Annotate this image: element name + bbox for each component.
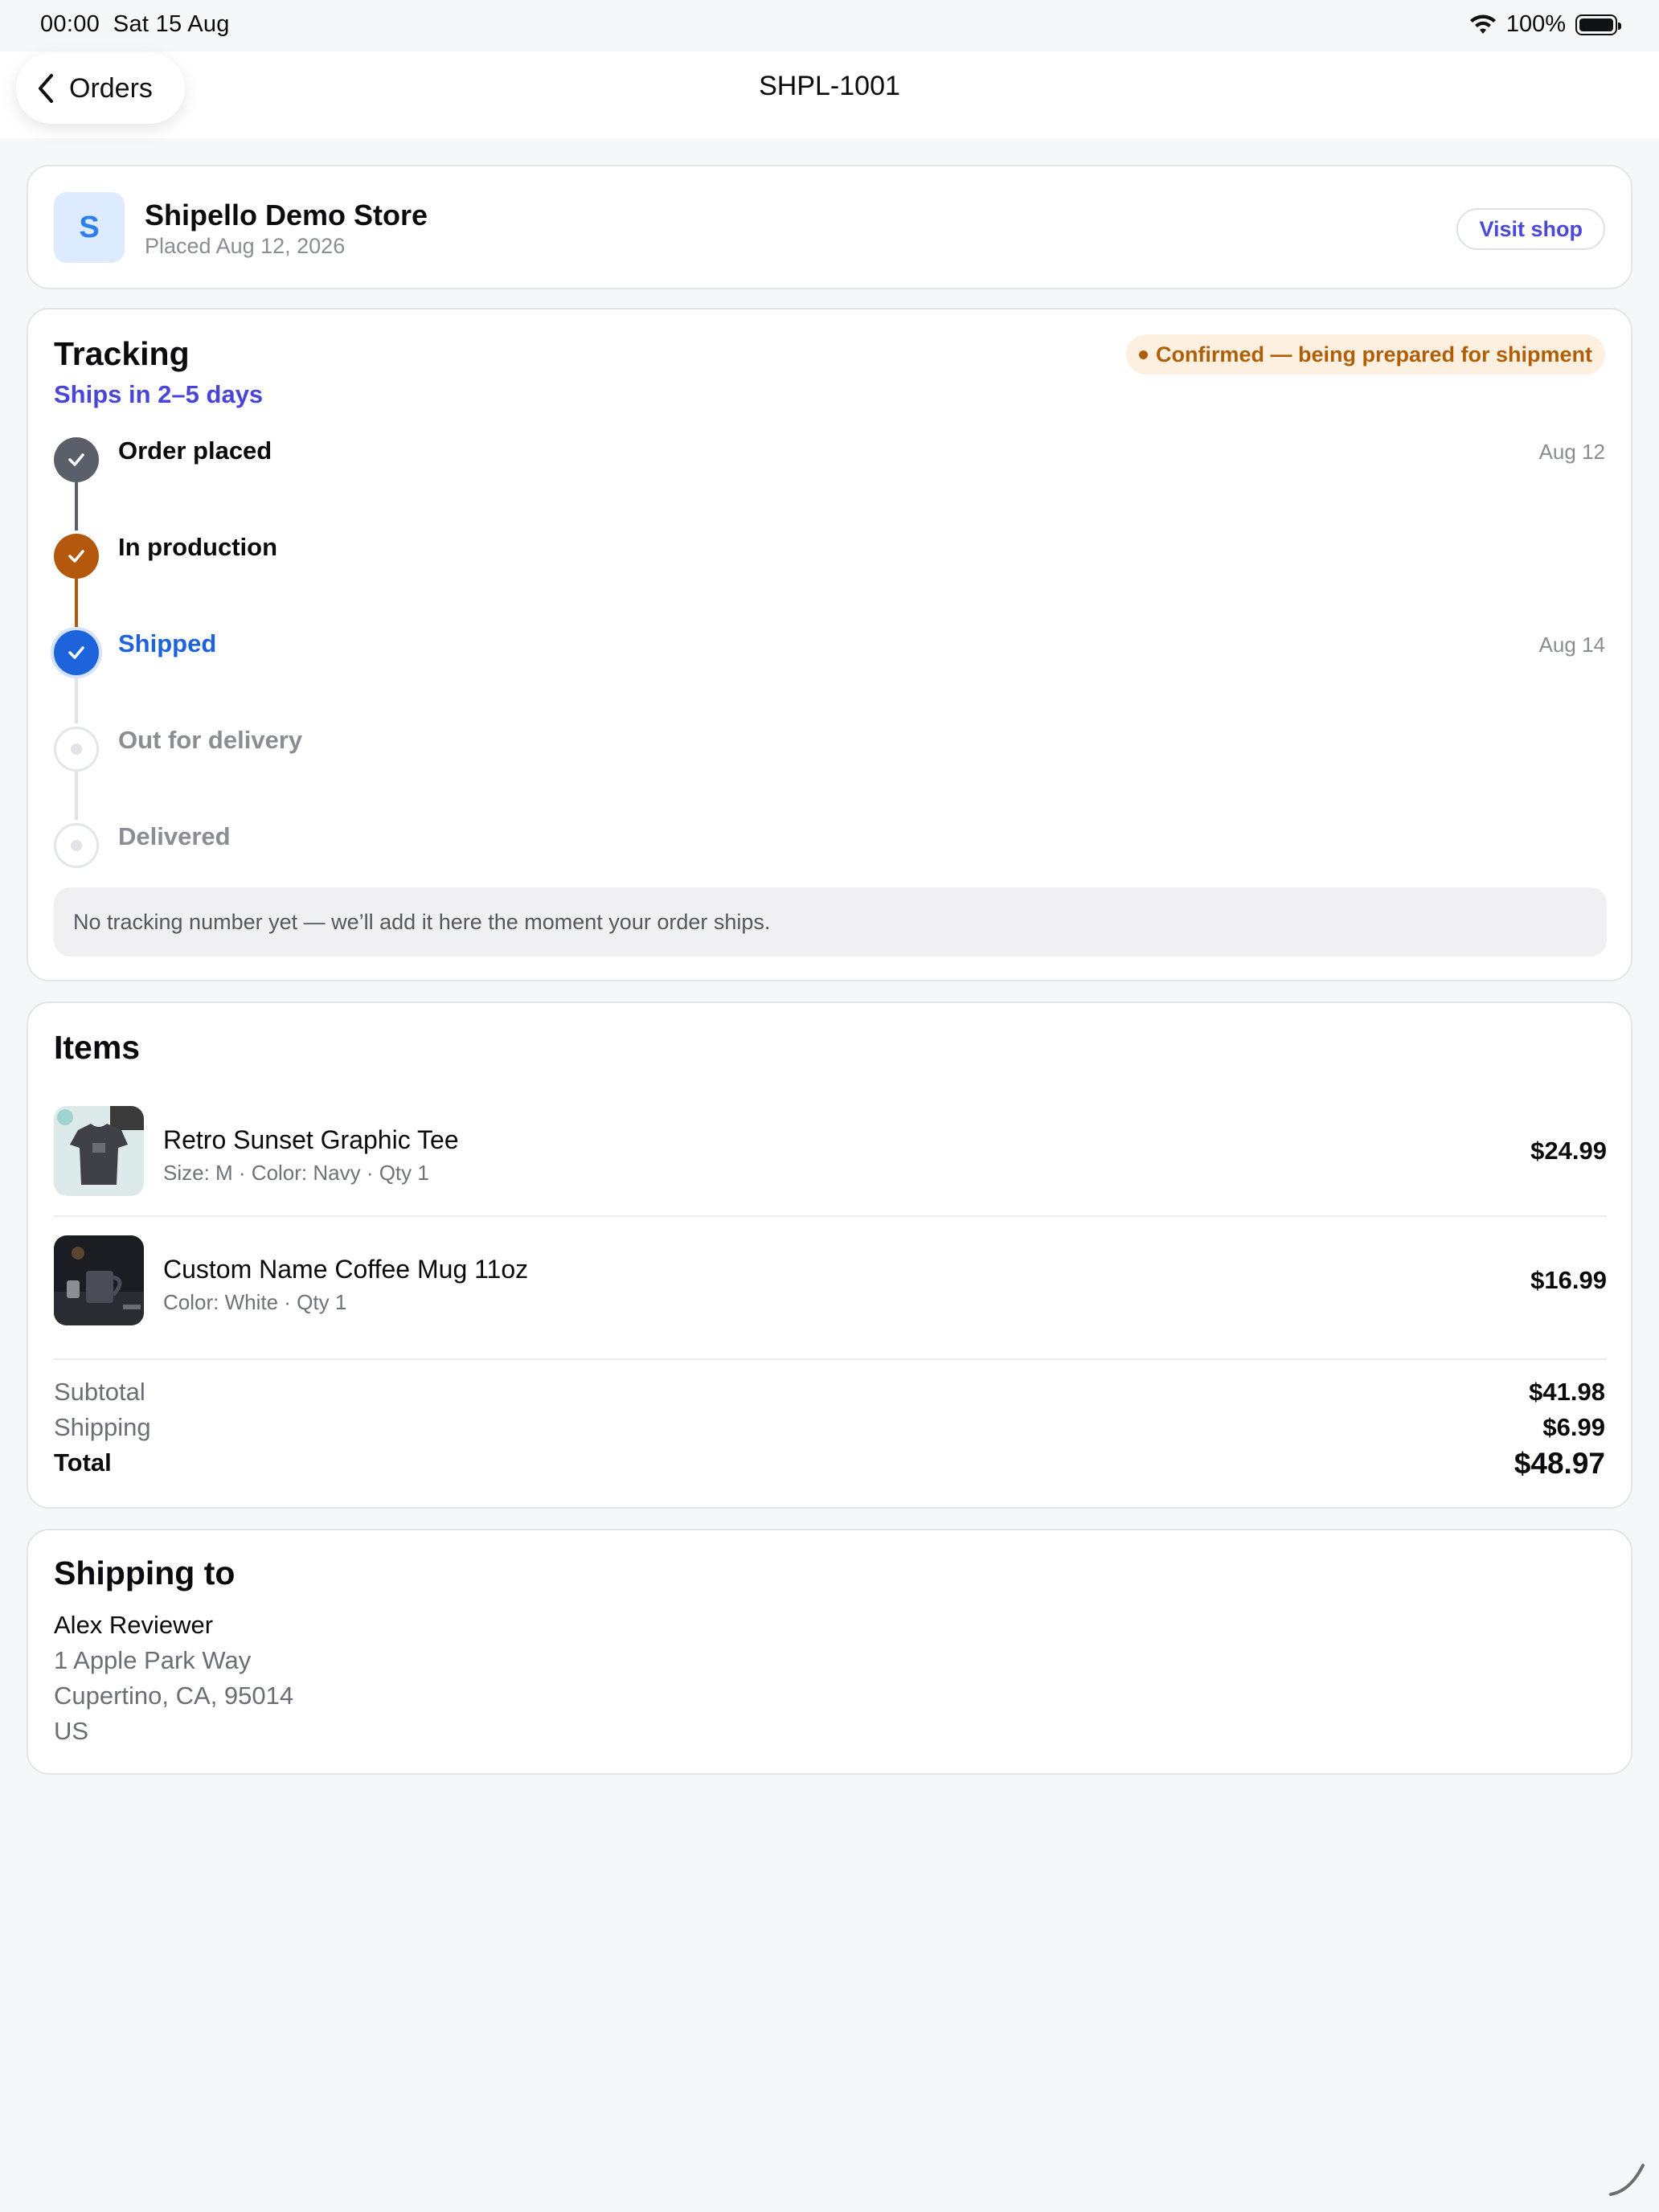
status-indicators: 100% bbox=[1469, 11, 1621, 38]
wifi-icon bbox=[1469, 14, 1496, 34]
ships-in-estimate: Ships in 2–5 days bbox=[54, 380, 264, 408]
address-line-1: 1 Apple Park Way bbox=[54, 1646, 252, 1674]
navigation-bar: Orders SHPL-1001 bbox=[0, 51, 1659, 138]
step-done-dot bbox=[54, 437, 99, 482]
store-avatar: S bbox=[54, 192, 125, 263]
step-done-dot bbox=[54, 534, 99, 579]
total-value: $48.97 bbox=[1514, 1447, 1605, 1480]
timeline-connector bbox=[75, 675, 78, 723]
tracking-card: Tracking Ships in 2–5 days Confirmed — b… bbox=[27, 308, 1632, 981]
step-pending-dot bbox=[54, 727, 99, 772]
shipping-label: Shipping bbox=[54, 1413, 151, 1441]
mug-thumbnail bbox=[54, 1235, 144, 1325]
items-card: Items Retro Sunset Graphic Tee Size: M ·… bbox=[27, 1002, 1632, 1509]
subtotal-label: Subtotal bbox=[54, 1378, 145, 1406]
address-country: US bbox=[54, 1717, 89, 1745]
tracking-note: No tracking number yet — we’ll add it he… bbox=[54, 887, 1607, 956]
list-item[interactable]: Custom Name Coffee Mug 11oz Color: White… bbox=[54, 1235, 1607, 1325]
checkmark-icon bbox=[68, 453, 84, 466]
item-price: $16.99 bbox=[1530, 1266, 1607, 1294]
shipping-address-card: Shipping to Alex Reviewer 1 Apple Park W… bbox=[27, 1529, 1632, 1775]
item-price: $24.99 bbox=[1530, 1137, 1607, 1165]
checkmark-icon bbox=[68, 646, 84, 659]
status-date: Sat 15 Aug bbox=[113, 11, 230, 37]
visit-shop-button[interactable]: Visit shop bbox=[1456, 208, 1605, 250]
recipient-name: Alex Reviewer bbox=[54, 1611, 214, 1639]
status-dot-icon bbox=[1138, 350, 1148, 359]
store-name: Shipello Demo Store bbox=[145, 199, 428, 231]
step-pending-dot bbox=[54, 823, 99, 868]
item-meta: Color: White · Qty 1 bbox=[163, 1290, 347, 1314]
timeline-connector bbox=[75, 772, 78, 820]
total-label: Total bbox=[54, 1448, 112, 1477]
shipping-title: Shipping to bbox=[54, 1555, 236, 1591]
step-label-order-placed: Order placed bbox=[118, 436, 272, 465]
status-time: 00:00 bbox=[40, 11, 100, 37]
step-label-delivered: Delivered bbox=[118, 822, 231, 850]
status-badge-label: Confirmed — being prepared for shipment bbox=[1155, 342, 1592, 367]
tracking-title: Tracking bbox=[54, 335, 190, 372]
scribble-corner-icon bbox=[1609, 2164, 1645, 2196]
battery-icon bbox=[1575, 14, 1621, 35]
subtotal-value: $41.98 bbox=[1529, 1378, 1605, 1406]
step-label-in-production: In production bbox=[118, 533, 278, 561]
step-date-order-placed: Aug 12 bbox=[1538, 440, 1605, 464]
item-meta: Size: M · Color: Navy · Qty 1 bbox=[163, 1161, 429, 1185]
list-item[interactable]: Retro Sunset Graphic Tee Size: M · Color… bbox=[54, 1106, 1607, 1196]
step-current-dot bbox=[54, 630, 99, 675]
tee-thumbnail bbox=[54, 1106, 144, 1196]
shipping-value: $6.99 bbox=[1542, 1413, 1605, 1441]
divider bbox=[54, 1215, 1607, 1217]
item-name: Custom Name Coffee Mug 11oz bbox=[163, 1255, 529, 1284]
timeline-connector bbox=[75, 579, 78, 627]
status-badge: Confirmed — being prepared for shipment bbox=[1125, 334, 1605, 375]
step-label-out-for-delivery: Out for delivery bbox=[118, 726, 303, 754]
store-card: S Shipello Demo Store Placed Aug 12, 202… bbox=[27, 165, 1632, 289]
checkmark-icon bbox=[68, 550, 84, 563]
status-bar: 00:00 Sat 15 Aug 100% bbox=[0, 0, 1659, 51]
item-name: Retro Sunset Graphic Tee bbox=[163, 1125, 459, 1154]
divider bbox=[54, 1358, 1607, 1360]
items-title: Items bbox=[54, 1029, 141, 1066]
page-title: SHPL-1001 bbox=[759, 71, 900, 101]
order-placed-date: Placed Aug 12, 2026 bbox=[145, 234, 346, 258]
status-time-date: 00:00 Sat 15 Aug bbox=[40, 11, 230, 38]
address-line-2: Cupertino, CA, 95014 bbox=[54, 1682, 294, 1710]
step-label-shipped: Shipped bbox=[118, 629, 217, 657]
battery-percent: 100% bbox=[1505, 11, 1566, 37]
timeline-connector bbox=[75, 482, 78, 530]
step-date-shipped: Aug 14 bbox=[1538, 633, 1605, 657]
